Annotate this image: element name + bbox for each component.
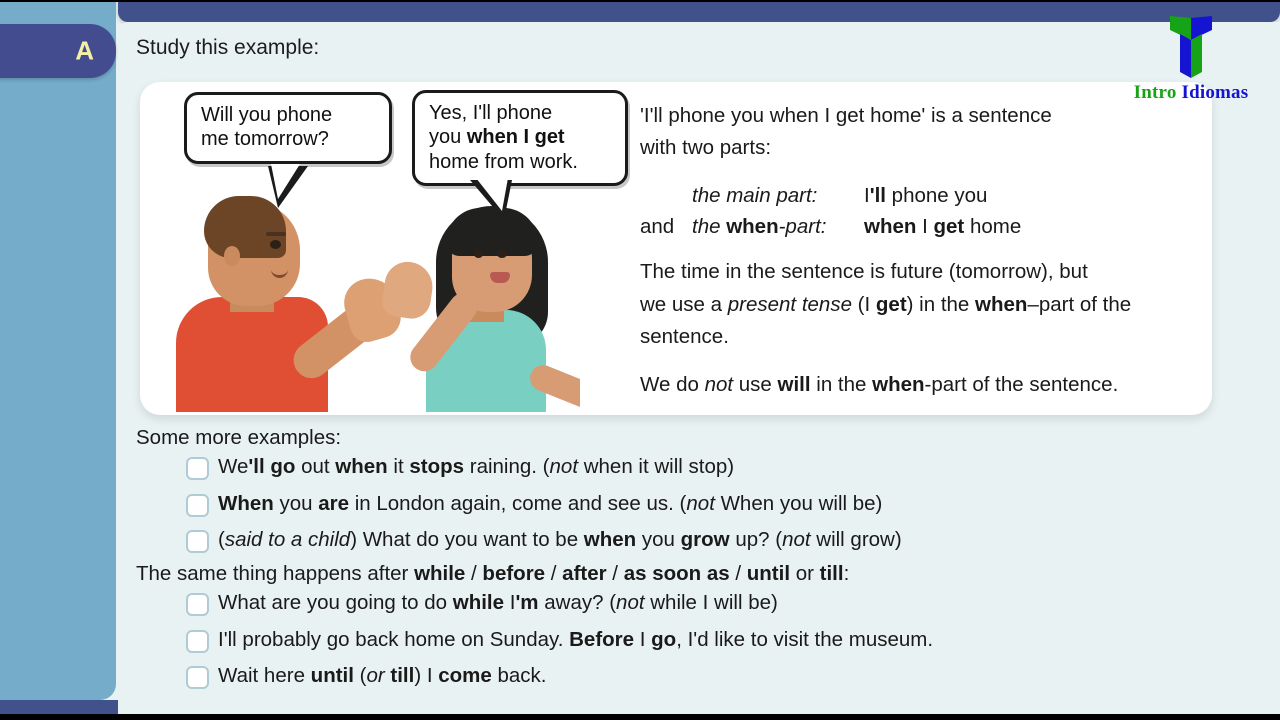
man-ear xyxy=(224,246,240,266)
bubble-left-line1: Will you phone xyxy=(201,104,333,126)
man-eye xyxy=(270,240,281,249)
speech-bubble-left: Will you phone me tomorrow? xyxy=(184,92,392,164)
explanation-intro-line1: 'I'll phone you when I get home' is a se… xyxy=(640,104,1052,127)
example-card: Will you phone me tomorrow? Yes, I'll ph… xyxy=(140,82,1212,415)
example-item: What are you going to do while I'm away?… xyxy=(178,588,933,618)
example-text: (said to a child) What do you want to be… xyxy=(218,528,902,552)
explanation-block: 'I'll phone you when I get home' is a se… xyxy=(640,100,1200,418)
para3-not: not xyxy=(704,373,734,397)
speech-bubble-right: Yes, I'll phone you when I get home from… xyxy=(412,90,628,187)
brand-logo: Intro Idiomas xyxy=(1116,10,1266,104)
para2-line1: The time in the sentence is future (tomo… xyxy=(640,260,1088,284)
para3-will: will xyxy=(777,373,811,397)
letterbox-top xyxy=(0,0,1280,2)
checkbox-icon[interactable] xyxy=(186,593,209,616)
speech-bubble-left-tail-inner xyxy=(271,164,300,199)
explanation-para-3: We do not use will in the when-part of t… xyxy=(640,369,1200,401)
study-instruction: Study this example: xyxy=(136,36,320,59)
para2-mid2: ) in the xyxy=(906,292,976,316)
part-when-end: home xyxy=(964,214,1022,238)
sentence-part-main: the main part: I'll phone you xyxy=(640,181,1200,212)
example-item: (said to a child) What do you want to be… xyxy=(178,525,902,555)
woman-torso-lower xyxy=(426,368,546,412)
woman-eye-right xyxy=(497,250,507,258)
page-header-band: When I do / When I've done—When and if xyxy=(118,0,1280,22)
person-woman-teal-shirt xyxy=(378,200,580,412)
example-item: Wait here until (or till) I come back. xyxy=(178,661,933,691)
sentence-parts-list: the main part: I'll phone you and the wh… xyxy=(640,181,1200,243)
same-thing-list: What are you going to do while I'm away?… xyxy=(178,588,933,698)
para2-line3: sentence. xyxy=(640,325,729,348)
part-when-when: when xyxy=(864,214,917,238)
checkbox-icon[interactable] xyxy=(186,493,209,517)
para2-when: when xyxy=(975,292,1028,316)
part-when-label: the when-part: xyxy=(692,212,864,243)
explanation-intro-line2: with two parts: xyxy=(640,136,772,160)
bubble-right-line1: Yes, I'll phone xyxy=(429,102,553,124)
example-text: I'll probably go back home on Sunday. Be… xyxy=(218,627,934,651)
checkbox-icon[interactable] xyxy=(186,629,209,653)
letterbox-bottom xyxy=(0,714,1280,720)
explanation-intro: 'I'll phone you when I get home' is a se… xyxy=(640,100,1200,165)
bubble-right-line3: home from work. xyxy=(429,150,578,173)
part-main-rest: phone you xyxy=(885,183,988,207)
part-main-ll: 'll xyxy=(869,183,886,207)
para3-when: when xyxy=(872,373,925,397)
woman-raised-hand xyxy=(380,258,436,322)
example-item: When you are in London again, come and s… xyxy=(178,489,902,519)
bubble-right-line2-bold: when I get xyxy=(466,126,565,149)
example-text: Wait here until (or till) I come back. xyxy=(218,664,547,688)
part-when-label-post: -part: xyxy=(778,214,827,238)
woman-hair-top xyxy=(446,208,538,256)
example-item: I'll probably go back home on Sunday. Be… xyxy=(178,625,933,655)
section-letter: A xyxy=(75,35,94,66)
part-when-get: get xyxy=(933,214,965,238)
para2-end: –part of the xyxy=(1027,292,1132,316)
more-examples-list: We'll go out when it stops raining. (not… xyxy=(178,452,902,562)
para2-get: get xyxy=(875,292,907,316)
example-item: We'll go out when it stops raining. (not… xyxy=(178,452,902,482)
part-when-value: when I get home xyxy=(864,212,1021,243)
example-text: When you are in London again, come and s… xyxy=(218,491,883,515)
part-when-label-pre: the xyxy=(692,214,727,238)
more-examples-lead: Some more examples: xyxy=(136,426,342,449)
para2-mid: (I xyxy=(851,292,876,316)
person-man-red-shirt xyxy=(168,192,406,412)
part-when-label-bold: when xyxy=(726,214,779,238)
left-rail xyxy=(0,0,116,700)
brand-name-first: Intro xyxy=(1133,82,1177,103)
man-eyebrow xyxy=(266,232,286,236)
same-thing-lead: The same thing happens after while / bef… xyxy=(136,562,850,585)
section-tab-a: A xyxy=(0,24,116,78)
main-content: Study this example: Will you phone me to… xyxy=(118,22,1280,720)
bubble-right-line2-plain: you xyxy=(429,126,467,149)
speech-bubble-right-tail-inner xyxy=(476,178,508,211)
woman-eye-left xyxy=(474,250,483,258)
part-main-value: I'll phone you xyxy=(864,181,987,212)
bubble-left-line2: me tomorrow? xyxy=(201,128,329,151)
para3-mid: use xyxy=(733,373,778,397)
para3-mid2: in the xyxy=(810,373,873,397)
example-text: We'll go out when it stops raining. (not… xyxy=(218,455,735,478)
illustration-two-people xyxy=(150,182,580,412)
para2-pre: we use a xyxy=(640,292,728,316)
part-when-and: and xyxy=(640,214,675,238)
checkbox-icon[interactable] xyxy=(186,457,209,480)
lesson-page: When I do / When I've done—When and if 6… xyxy=(0,0,1280,720)
example-text: What are you going to do while I'm away?… xyxy=(218,591,778,614)
para2-present-tense: present tense xyxy=(727,292,852,316)
part-main-label: the main part: xyxy=(692,183,818,207)
sentence-part-when: and the when-part: when I get home xyxy=(640,212,1200,243)
part-when-mid: I xyxy=(916,214,934,238)
para3-pre: We do xyxy=(640,373,705,397)
explanation-para-2: The time in the sentence is future (tomo… xyxy=(640,256,1200,353)
checkbox-icon[interactable] xyxy=(186,666,209,690)
brand-name: Intro Idiomas xyxy=(1116,82,1266,104)
brand-name-second: Idiomas xyxy=(1181,82,1249,103)
woman-eyebrow xyxy=(492,242,511,246)
para3-end: -part of the sentence. xyxy=(924,373,1119,397)
open-book-icon xyxy=(1170,16,1212,78)
checkbox-icon[interactable] xyxy=(186,530,209,554)
